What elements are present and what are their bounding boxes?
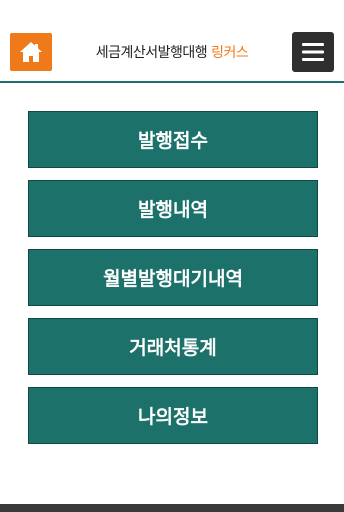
menu-item-client-stats[interactable]: 거래처통계 xyxy=(28,318,318,375)
menu-button[interactable] xyxy=(292,32,334,72)
menu-item-my-info[interactable]: 나의정보 xyxy=(28,387,318,444)
title-text: 세금계산서발행대행 xyxy=(95,45,208,61)
menu-item-issue-receipt[interactable]: 발행접수 xyxy=(28,111,318,168)
menu-item-monthly-pending[interactable]: 월별발행대기내역 xyxy=(28,249,318,306)
hamburger-menu-icon xyxy=(302,43,324,61)
footer-bar xyxy=(0,504,344,512)
brand-name: 링커스 xyxy=(211,45,249,61)
home-button[interactable] xyxy=(10,33,52,71)
app-title: 세금계산서발행대행 링커스 xyxy=(56,33,288,71)
main-menu: 발행접수 발행내역 월별발행대기내역 거래처통계 나의정보 xyxy=(28,111,318,456)
home-icon xyxy=(20,42,42,62)
menu-item-issue-history[interactable]: 발행내역 xyxy=(28,180,318,237)
header-divider xyxy=(0,81,344,83)
app-header: 세금계산서발행대행 링커스 xyxy=(0,0,344,81)
